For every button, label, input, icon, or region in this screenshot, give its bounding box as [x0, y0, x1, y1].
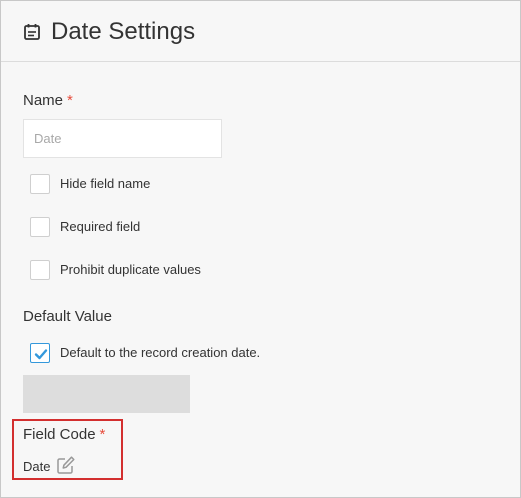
date-settings-dialog: Date Settings Name* Hide field name Requ… [0, 0, 521, 498]
field-code-label: Field Code * [23, 426, 105, 444]
name-label: Name * [23, 92, 73, 110]
calendar-icon [24, 24, 40, 40]
default-creation-date-checkbox[interactable] [30, 343, 50, 363]
required-field-checkbox[interactable] [30, 217, 50, 237]
prohibit-duplicates-label: Prohibit duplicate values [60, 262, 201, 277]
hide-field-name-checkbox[interactable] [30, 174, 50, 194]
required-asterisk: * [67, 92, 73, 109]
field-code-label-text: Field Code [23, 426, 96, 443]
dialog-title: Date Settings [51, 18, 196, 45]
date-value-field [23, 375, 190, 413]
prohibit-duplicates-checkbox[interactable] [30, 260, 50, 280]
required-field-label: Required field [60, 219, 141, 234]
hide-field-name-label: Hide field name [60, 176, 151, 191]
default-value-label: Default Value [23, 308, 112, 325]
default-creation-date-label: Default to the record creation date. [60, 345, 261, 360]
field-code-value: Date [23, 459, 51, 474]
name-input[interactable] [23, 119, 222, 158]
checkmark-icon [34, 349, 48, 360]
dialog-header: Date Settings [1, 1, 520, 62]
field-code-required-asterisk: * [99, 426, 106, 443]
name-label-text: Name [23, 92, 64, 109]
pencil-edit-icon[interactable] [56, 455, 76, 475]
